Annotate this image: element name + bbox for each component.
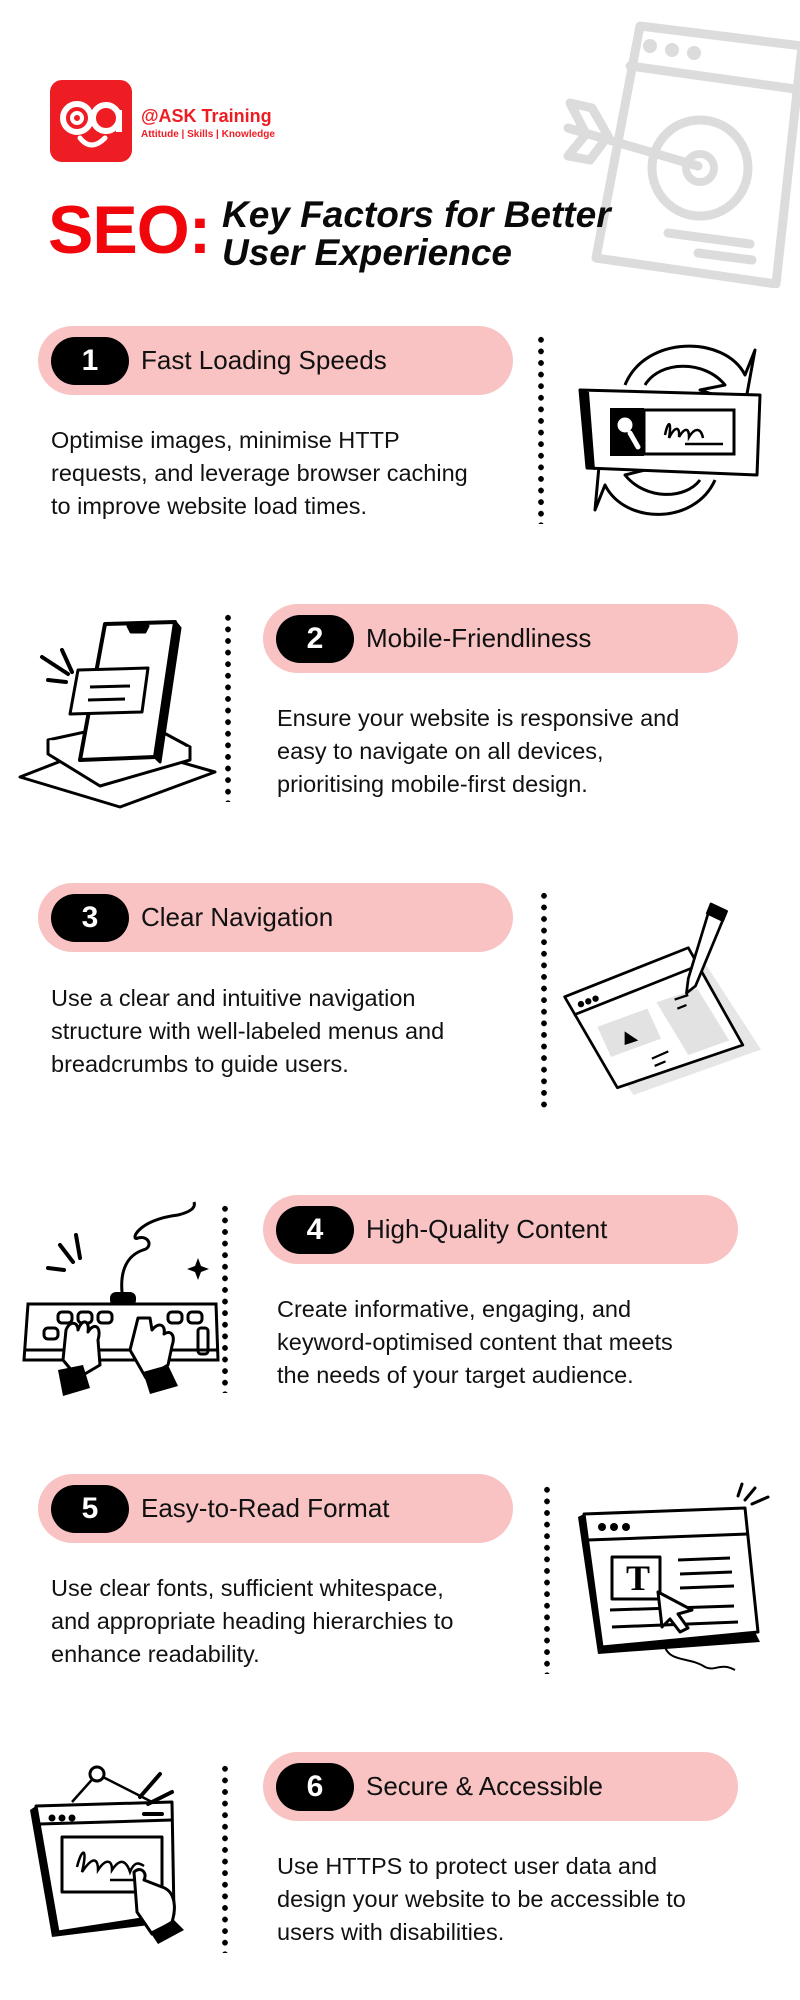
section-title: Secure & Accessible — [366, 1771, 604, 1801]
section-title: Easy-to-Read Format — [141, 1493, 390, 1523]
section-6-header: 6 Secure & Accessible — [263, 1752, 738, 1821]
title-line-1: Key Factors for Better — [222, 194, 611, 235]
mobile-phone-icon — [18, 620, 217, 809]
dotted-divider — [543, 1484, 551, 1674]
section-title: Clear Navigation — [141, 902, 334, 932]
section-1-header: 1 Fast Loading Speeds — [38, 326, 513, 395]
text-cursor-browser-icon: T — [578, 1482, 770, 1671]
brand-name: @ASK Training — [141, 106, 272, 126]
section-5-description: Use clear fonts, sufficient whitespace, … — [51, 1575, 454, 1667]
section-title: Mobile-Friendliness — [366, 623, 592, 653]
section-number-badge: 1 — [51, 337, 129, 385]
section-3-header: 3 Clear Navigation — [38, 883, 513, 952]
section-2-header: 2 Mobile-Friendliness — [263, 604, 738, 673]
signature-touch-icon — [30, 1765, 184, 1944]
section-number-badge: 3 — [51, 894, 129, 942]
browser-pencil-icon — [563, 902, 761, 1095]
section-number-badge: 2 — [276, 615, 354, 663]
section-number-badge: 4 — [276, 1206, 354, 1254]
section-4-description: Create informative, engaging, and keywor… — [277, 1296, 673, 1388]
title-seo: SEO: — [48, 192, 211, 268]
section-3-description: Use a clear and intuitive navigation str… — [51, 985, 445, 1077]
dotted-divider — [221, 1203, 229, 1393]
logo-aa-icon — [60, 101, 122, 148]
section-2-description: Ensure your website is responsive and ea… — [277, 705, 680, 797]
brand-logo — [50, 80, 132, 162]
dotted-divider — [537, 334, 545, 524]
title-line-2: User Experience — [222, 232, 513, 273]
section-title: High-Quality Content — [366, 1214, 608, 1244]
brand-tagline: Attitude | Skills | Knowledge — [141, 129, 275, 140]
section-title: Fast Loading Speeds — [141, 345, 387, 375]
dotted-divider — [224, 612, 232, 802]
section-number-badge: 5 — [51, 1485, 129, 1533]
dotted-divider — [540, 890, 548, 1112]
section-4-header: 4 High-Quality Content — [263, 1195, 738, 1264]
page-title: Key Factors for Better User Experience — [222, 196, 611, 272]
section-number-badge: 6 — [276, 1763, 354, 1811]
svg-text:T: T — [626, 1558, 650, 1598]
search-refresh-icon — [578, 344, 762, 516]
section-1-description: Optimise images, minimise HTTP requests,… — [51, 427, 468, 519]
section-5-header: 5 Easy-to-Read Format — [38, 1474, 513, 1543]
dotted-divider — [221, 1763, 229, 1953]
keyboard-typing-icon — [22, 1201, 220, 1396]
section-6-description: Use HTTPS to protect user data and desig… — [277, 1853, 686, 1945]
